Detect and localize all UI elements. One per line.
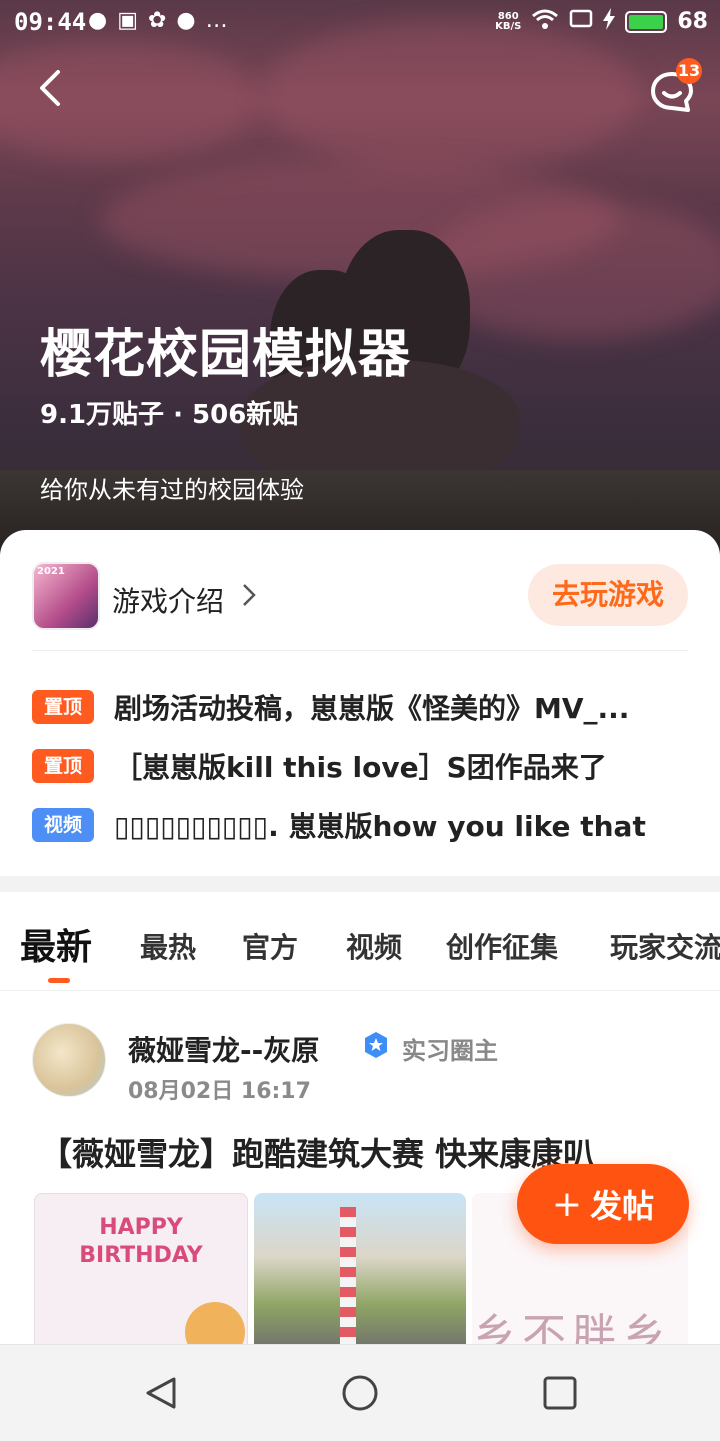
pinned-post[interactable]: 置顶 剧场活动投稿，崽崽版《怪美的》MV_... <box>32 687 684 727</box>
tab-creation[interactable]: 创作征集 <box>446 926 558 966</box>
network-speed-value: 860 <box>497 10 519 22</box>
parkour-tower <box>340 1207 356 1351</box>
home-circle-icon[interactable] <box>340 1373 380 1413</box>
video-post[interactable]: 视频 ▯▯▯▯▯▯▯▯▯▯. 崽崽版how you like that <box>32 805 684 845</box>
battery-icon <box>625 10 668 33</box>
game-description: 给你从未有过的校园体验 <box>40 476 304 504</box>
tab-player-chat[interactable]: 玩家交流 <box>610 926 720 966</box>
pinned-post-title: 剧场活动投稿，崽崽版《怪美的》MV_... <box>114 692 630 725</box>
birthday-text: HAPPY BIRTHDAY <box>79 1215 203 1268</box>
author-name[interactable]: 薇娅雪龙--灰原 <box>128 1029 319 1069</box>
author-role: 实习圈主 <box>402 1037 498 1065</box>
tab-indicator <box>48 978 70 983</box>
play-game-button[interactable]: 去玩游戏 <box>528 564 688 626</box>
charging-icon <box>603 8 616 35</box>
plus-icon: + <box>551 1183 583 1225</box>
verified-icon <box>365 1032 387 1058</box>
recents-square-icon[interactable] <box>540 1373 580 1413</box>
game-app-icon[interactable]: 2021 <box>32 562 100 630</box>
post-image[interactable]: HAPPY BIRTHDAY <box>34 1193 248 1351</box>
chevron-left-icon <box>40 70 60 106</box>
post-timestamp: 08月02日 16:17 <box>128 1079 311 1104</box>
system-nav-bar <box>0 1344 720 1441</box>
status-time: 09:44 <box>14 8 87 36</box>
game-icon-year: 2021 <box>37 566 65 577</box>
game-title: 樱花校园模拟器 <box>40 325 412 385</box>
video-badge: 视频 <box>32 808 94 842</box>
tab-video[interactable]: 视频 <box>346 926 402 966</box>
status-bar: 09:44 ●▣✿●… 860 KB/S 68 <box>0 0 720 44</box>
feed-tabs: 最新 最热 官方 视频 创作征集 玩家交流 <box>0 892 720 991</box>
pinned-badge: 置顶 <box>32 749 94 783</box>
new-post-button[interactable]: + 发帖 <box>517 1164 689 1244</box>
back-button[interactable] <box>30 66 74 110</box>
pinned-post-title: ［崽崽版kill this love］S团作品来了 <box>114 751 607 784</box>
battery-level: 68 <box>677 9 708 34</box>
pinned-post[interactable]: 置顶 ［崽崽版kill this love］S团作品来了 <box>32 746 684 786</box>
chevron-right-icon <box>243 584 256 606</box>
author-avatar[interactable] <box>32 1023 106 1097</box>
tab-latest[interactable]: 最新 <box>20 918 92 970</box>
post-image[interactable] <box>254 1193 466 1351</box>
notification-icons: ●▣✿●… <box>88 8 238 33</box>
tab-hot[interactable]: 最热 <box>140 926 196 966</box>
new-post-label: 发帖 <box>590 1187 655 1225</box>
back-triangle-icon[interactable] <box>140 1373 180 1413</box>
divider <box>32 650 688 651</box>
game-intro-link[interactable]: 游戏介绍 <box>112 580 224 620</box>
post-title: 【薇娅雪龙】跑酷建筑大赛 快来康康叭 <box>40 1135 596 1173</box>
game-info-card: 2021 游戏介绍 去玩游戏 置顶 剧场活动投稿，崽崽版《怪美的》MV_... … <box>0 530 720 876</box>
status-right: 860 KB/S 68 <box>495 8 708 35</box>
network-speed: 860 KB/S <box>495 10 522 32</box>
wifi-icon <box>531 8 559 35</box>
tab-official[interactable]: 官方 <box>242 926 298 966</box>
pinned-badge: 置顶 <box>32 690 94 724</box>
screen-cast-icon <box>569 9 593 34</box>
network-speed-unit: KB/S <box>495 20 522 32</box>
video-post-title: ▯▯▯▯▯▯▯▯▯▯. 崽崽版how you like that <box>114 810 646 843</box>
message-count-badge: 13 <box>676 58 702 84</box>
game-stats: 9.1万贴子 · 506新贴 <box>40 400 299 430</box>
